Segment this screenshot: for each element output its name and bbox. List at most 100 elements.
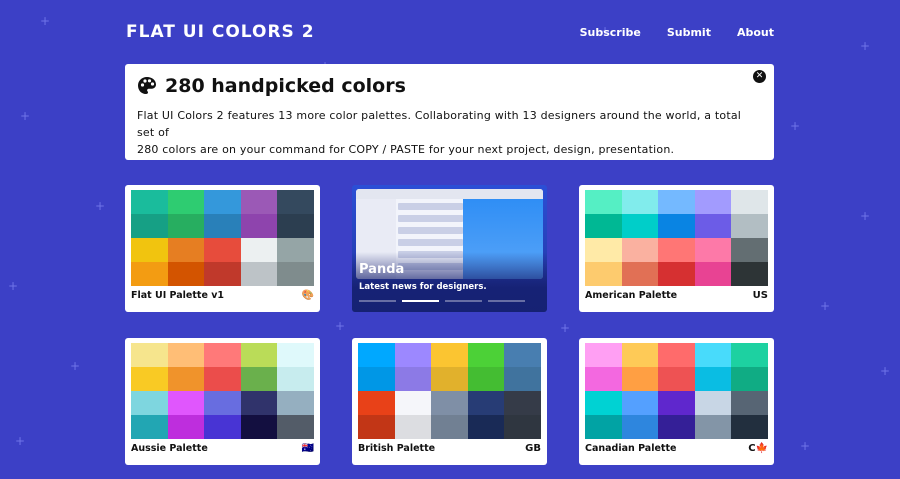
color-swatch[interactable]	[621, 190, 659, 214]
color-swatch[interactable]	[277, 214, 314, 238]
color-swatch[interactable]	[240, 391, 278, 415]
color-swatch[interactable]	[358, 367, 395, 391]
color-swatch[interactable]	[694, 214, 732, 238]
color-swatch[interactable]	[431, 391, 468, 415]
color-swatch[interactable]	[204, 238, 241, 262]
color-swatch[interactable]	[431, 343, 468, 367]
nav-subscribe[interactable]: Subscribe	[580, 26, 641, 39]
color-swatch[interactable]	[131, 262, 168, 286]
palette-card[interactable]: Flat UI Palette v1 🎨	[125, 185, 320, 312]
color-swatch[interactable]	[658, 415, 695, 439]
close-icon[interactable]: ✕	[753, 70, 766, 83]
nav-about[interactable]: About	[737, 26, 774, 39]
color-swatch[interactable]	[467, 391, 505, 415]
color-swatch[interactable]	[394, 391, 432, 415]
color-swatch[interactable]	[277, 391, 314, 415]
color-swatch[interactable]	[585, 367, 622, 391]
color-swatch[interactable]	[277, 238, 314, 262]
color-swatch[interactable]	[167, 238, 205, 262]
color-swatch[interactable]	[504, 343, 541, 367]
color-swatch[interactable]	[585, 214, 622, 238]
color-swatch[interactable]	[621, 238, 659, 262]
color-swatch[interactable]	[658, 238, 695, 262]
color-swatch[interactable]	[394, 343, 432, 367]
color-swatch[interactable]	[621, 262, 659, 286]
color-swatch[interactable]	[694, 238, 732, 262]
color-swatch[interactable]	[394, 415, 432, 439]
color-swatch[interactable]	[240, 238, 278, 262]
color-swatch[interactable]	[204, 262, 241, 286]
color-swatch[interactable]	[731, 214, 768, 238]
site-logo[interactable]: FLAT UI COLORS 2	[126, 22, 315, 42]
color-swatch[interactable]	[658, 262, 695, 286]
color-swatch[interactable]	[731, 343, 768, 367]
color-swatch[interactable]	[504, 391, 541, 415]
color-swatch[interactable]	[167, 190, 205, 214]
color-swatch[interactable]	[731, 238, 768, 262]
color-swatch[interactable]	[204, 343, 241, 367]
color-swatch[interactable]	[467, 343, 505, 367]
nav-submit[interactable]: Submit	[667, 26, 711, 39]
color-swatch[interactable]	[240, 367, 278, 391]
color-swatch[interactable]	[240, 190, 278, 214]
color-swatch[interactable]	[658, 367, 695, 391]
color-swatch[interactable]	[240, 214, 278, 238]
color-swatch[interactable]	[240, 343, 278, 367]
carousel-dot[interactable]	[359, 300, 396, 302]
color-swatch[interactable]	[731, 415, 768, 439]
color-swatch[interactable]	[694, 391, 732, 415]
color-swatch[interactable]	[585, 262, 622, 286]
color-swatch[interactable]	[358, 343, 395, 367]
color-swatch[interactable]	[131, 238, 168, 262]
color-swatch[interactable]	[585, 190, 622, 214]
color-swatch[interactable]	[504, 415, 541, 439]
color-swatch[interactable]	[204, 367, 241, 391]
color-swatch[interactable]	[394, 367, 432, 391]
color-swatch[interactable]	[658, 391, 695, 415]
carousel-dot[interactable]	[488, 300, 525, 302]
color-swatch[interactable]	[167, 262, 205, 286]
color-swatch[interactable]	[694, 415, 732, 439]
color-swatch[interactable]	[731, 391, 768, 415]
color-swatch[interactable]	[658, 343, 695, 367]
color-swatch[interactable]	[358, 391, 395, 415]
color-swatch[interactable]	[167, 343, 205, 367]
carousel-dot-active[interactable]	[402, 300, 439, 302]
color-swatch[interactable]	[467, 367, 505, 391]
color-swatch[interactable]	[204, 190, 241, 214]
color-swatch[interactable]	[585, 415, 622, 439]
color-swatch[interactable]	[694, 343, 732, 367]
color-swatch[interactable]	[694, 190, 732, 214]
color-swatch[interactable]	[131, 343, 168, 367]
color-swatch[interactable]	[204, 391, 241, 415]
palette-card[interactable]: American Palette US	[579, 185, 774, 312]
color-swatch[interactable]	[731, 262, 768, 286]
color-swatch[interactable]	[621, 415, 659, 439]
color-swatch[interactable]	[431, 415, 468, 439]
color-swatch[interactable]	[131, 214, 168, 238]
color-swatch[interactable]	[240, 262, 278, 286]
palette-card[interactable]: Canadian Palette C🍁	[579, 338, 774, 465]
color-swatch[interactable]	[431, 367, 468, 391]
color-swatch[interactable]	[658, 190, 695, 214]
color-swatch[interactable]	[277, 262, 314, 286]
color-swatch[interactable]	[167, 391, 205, 415]
color-swatch[interactable]	[585, 391, 622, 415]
palette-card[interactable]: British Palette GB	[352, 338, 547, 465]
sponsor-ad[interactable]: Panda Latest news for designers.	[352, 185, 547, 312]
color-swatch[interactable]	[131, 415, 168, 439]
color-swatch[interactable]	[621, 343, 659, 367]
color-swatch[interactable]	[277, 190, 314, 214]
color-swatch[interactable]	[621, 391, 659, 415]
color-swatch[interactable]	[621, 214, 659, 238]
color-swatch[interactable]	[731, 367, 768, 391]
carousel-dot[interactable]	[445, 300, 482, 302]
color-swatch[interactable]	[658, 214, 695, 238]
color-swatch[interactable]	[585, 343, 622, 367]
color-swatch[interactable]	[694, 367, 732, 391]
color-swatch[interactable]	[167, 415, 205, 439]
palette-card[interactable]: Aussie Palette 🇦🇺	[125, 338, 320, 465]
color-swatch[interactable]	[277, 367, 314, 391]
color-swatch[interactable]	[467, 415, 505, 439]
color-swatch[interactable]	[204, 214, 241, 238]
